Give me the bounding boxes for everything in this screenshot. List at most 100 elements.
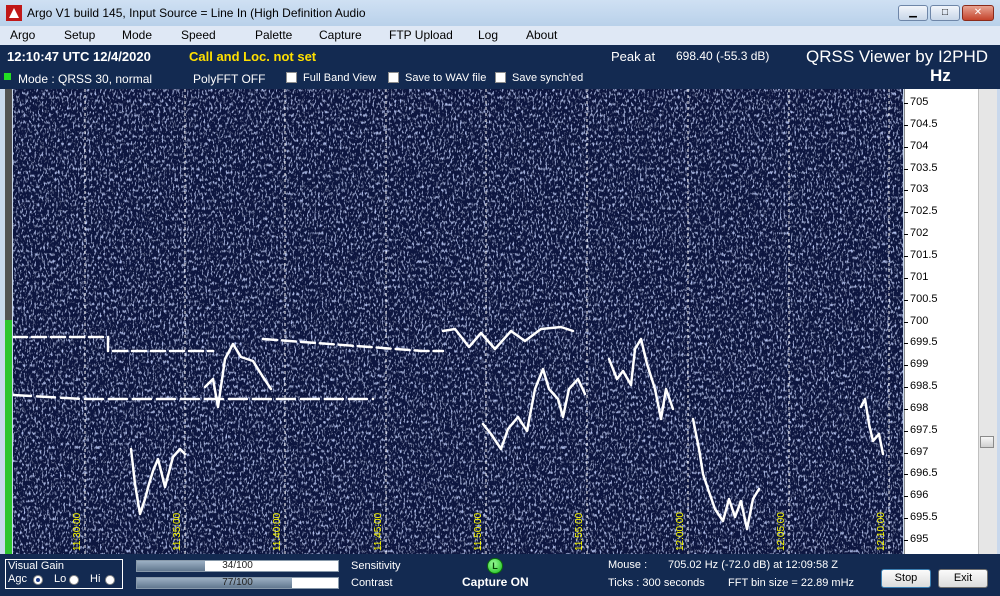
- utc-clock: 12:10:47 UTC 12/4/2020: [7, 49, 151, 64]
- time-label-1155: 11:55:00: [574, 512, 585, 551]
- menu-setup[interactable]: Setup: [64, 28, 95, 42]
- gain-lo-label: Lo: [54, 573, 67, 585]
- scale-label: 702.5: [910, 205, 938, 217]
- time-label-1145: 11:45:00: [373, 512, 384, 551]
- gain-agc-label: Agc: [8, 573, 27, 585]
- save-synched-label: Save synch'ed: [512, 72, 584, 84]
- time-label-1130: 11:30:00: [72, 512, 83, 551]
- scale-tick: [904, 322, 908, 323]
- save-wav-label: Save to WAV file: [405, 72, 487, 84]
- gain-lo-radio[interactable]: [69, 575, 79, 585]
- frequency-scrollbar[interactable]: [978, 89, 997, 554]
- scale-label: 695: [910, 533, 929, 545]
- waterfall-noise: [13, 89, 903, 554]
- capture-status: Capture ON: [462, 575, 529, 589]
- close-button[interactable]: ✕: [962, 5, 994, 21]
- scale-tick: [904, 474, 908, 475]
- scale-tick: [904, 278, 908, 279]
- scale-tick: [904, 365, 908, 366]
- scale-label: 695.5: [910, 511, 938, 523]
- gain-agc-radio[interactable]: [33, 575, 43, 585]
- maximize-button[interactable]: □: [930, 5, 960, 21]
- save-wav-checkbox[interactable]: [388, 72, 399, 83]
- menu-capture[interactable]: Capture: [319, 28, 362, 42]
- scale-label: 700.5: [910, 293, 938, 305]
- capture-led-icon: L: [487, 558, 503, 574]
- peak-label: Peak at: [611, 49, 656, 64]
- scale-label: 700: [910, 315, 929, 327]
- scale-label: 697: [910, 446, 929, 458]
- mouse-label: Mouse :: [608, 559, 648, 571]
- scale-tick: [904, 387, 908, 388]
- scale-label: 702: [910, 227, 929, 239]
- peak-value: 698.40 (-55.3 dB): [676, 49, 770, 63]
- scale-tick: [904, 212, 908, 213]
- contrast-label: Contrast: [351, 577, 393, 589]
- scale-tick: [904, 453, 908, 454]
- frequency-unit: Hz: [930, 66, 951, 85]
- scale-tick: [904, 190, 908, 191]
- fft-bin-readout: FFT bin size = 22.89 mHz: [728, 577, 855, 589]
- scale-tick: [904, 496, 908, 497]
- scale-label: 696.5: [910, 467, 938, 479]
- contrast-value: 77/100: [222, 577, 253, 588]
- time-label-1210: 12:10:00: [876, 512, 887, 551]
- scale-tick: [904, 518, 908, 519]
- scale-label: 703.5: [910, 162, 938, 174]
- sensitivity-value: 34/100: [222, 560, 253, 571]
- scale-label: 704: [910, 140, 929, 152]
- polyfft-status[interactable]: PolyFFT OFF: [193, 72, 265, 86]
- scale-label: 699.5: [910, 336, 938, 348]
- time-label-1150: 11:50:00: [473, 512, 484, 551]
- mouse-readout: 705.02 Hz (-72.0 dB) at 12:09:58 Z: [668, 559, 838, 571]
- scale-tick: [904, 147, 908, 148]
- scale-label: 698: [910, 402, 929, 414]
- mode-status: Mode : QRSS 30, normal: [18, 72, 153, 86]
- waterfall-display[interactable]: 11:30:00 11:35:00 11:40:00 11:45:00 11:5…: [13, 89, 903, 554]
- full-band-view-label: Full Band View: [303, 72, 377, 84]
- scale-label: 698.5: [910, 380, 938, 392]
- scale-label: 697.5: [910, 424, 938, 436]
- scale-label: 699: [910, 358, 929, 370]
- minimize-button[interactable]: ▁: [898, 5, 928, 21]
- signal-level-fill: [5, 320, 12, 554]
- time-label-1205: 12:05:00: [776, 512, 787, 551]
- scale-tick: [904, 540, 908, 541]
- sensitivity-label: Sensitivity: [351, 560, 401, 572]
- menu-speed[interactable]: Speed: [181, 28, 216, 42]
- stop-button[interactable]: Stop: [881, 569, 931, 588]
- brand-title: QRSS Viewer by I2PHD: [806, 47, 989, 66]
- window-title: Argo V1 build 145, Input Source = Line I…: [27, 6, 366, 20]
- menu-about[interactable]: About: [526, 28, 557, 42]
- scale-tick: [904, 431, 908, 432]
- time-label-1200: 12:00:00: [675, 512, 686, 551]
- menu-log[interactable]: Log: [478, 28, 498, 42]
- time-label-1135: 11:35:00: [172, 512, 183, 551]
- gain-hi-radio[interactable]: [105, 575, 115, 585]
- app-icon: [6, 5, 22, 21]
- scale-label: 703: [910, 183, 929, 195]
- call-warning: Call and Loc. not set: [189, 49, 317, 64]
- menu-mode[interactable]: Mode: [122, 28, 152, 42]
- scale-label: 701.5: [910, 249, 938, 261]
- time-label-1140: 11:40:00: [272, 512, 283, 551]
- scale-tick: [904, 343, 908, 344]
- scale-tick: [904, 234, 908, 235]
- gain-hi-label: Hi: [90, 573, 101, 585]
- scale-tick: [904, 300, 908, 301]
- scale-label: 705: [910, 96, 929, 108]
- scale-label: 704.5: [910, 118, 938, 130]
- save-synched-checkbox[interactable]: [495, 72, 506, 83]
- full-band-view-checkbox[interactable]: [286, 72, 297, 83]
- scale-tick: [904, 256, 908, 257]
- menu-argo[interactable]: Argo: [10, 28, 35, 42]
- exit-button[interactable]: Exit: [938, 569, 988, 588]
- menu-ftp-upload[interactable]: FTP Upload: [389, 28, 453, 42]
- ticks-readout: Ticks : 300 seconds: [608, 577, 705, 589]
- scrollbar-thumb[interactable]: [980, 436, 994, 448]
- menu-palette[interactable]: Palette: [255, 28, 292, 42]
- scale-label: 696: [910, 489, 929, 501]
- scale-tick: [904, 169, 908, 170]
- scale-tick: [904, 409, 908, 410]
- scale-label: 701: [910, 271, 929, 283]
